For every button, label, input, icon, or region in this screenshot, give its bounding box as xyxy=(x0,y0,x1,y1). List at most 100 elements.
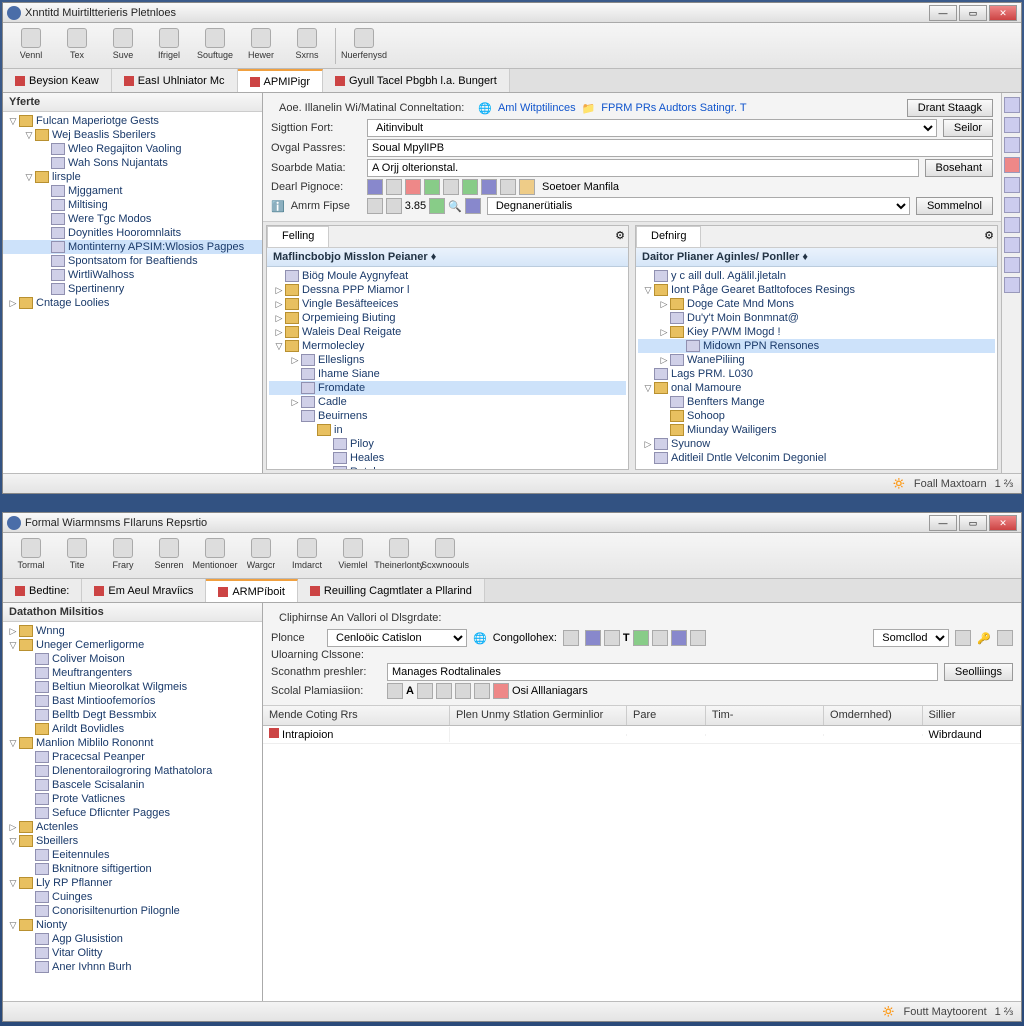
table-body[interactable]: IntrapioionWibrdaund xyxy=(263,726,1021,1001)
tree-node[interactable]: Ratole xyxy=(269,465,626,469)
column-header[interactable]: Omdernhed) xyxy=(824,706,922,725)
font-tool-icon[interactable]: A xyxy=(406,685,414,697)
tool-icon[interactable] xyxy=(481,179,497,195)
tool-icon[interactable] xyxy=(652,630,668,646)
passes-input[interactable] xyxy=(367,139,993,157)
tree-toggle-icon[interactable]: ▷ xyxy=(273,285,285,296)
tree-toggle-icon[interactable]: ▷ xyxy=(658,299,670,310)
document-tab[interactable]: Beysion Keaw xyxy=(3,69,112,92)
tree-toggle-icon[interactable]: ▷ xyxy=(642,439,654,450)
tree-node[interactable]: y c aill dull. Agälil.jletaln xyxy=(638,269,995,283)
tree-toggle-icon[interactable]: ▷ xyxy=(658,355,670,366)
column-header[interactable]: Plen Unmy Stlation Germinlior xyxy=(450,706,627,725)
tree-toggle-icon[interactable]: ▷ xyxy=(289,355,301,366)
tool-icon[interactable] xyxy=(424,179,440,195)
sidebar-tool-icon[interactable] xyxy=(1004,237,1020,253)
gear-icon[interactable]: ⚙ xyxy=(612,226,628,247)
tree-node[interactable]: Were Tgc Modos xyxy=(3,212,262,226)
sidebar-tool-icon[interactable] xyxy=(1004,117,1020,133)
titlebar[interactable]: Xnntitd Muirtiltterieris Pletnloes — ▭ ✕ xyxy=(3,3,1021,23)
document-tab[interactable]: ARMPíboit xyxy=(206,579,298,602)
toolbar-button[interactable]: Theinerlonty xyxy=(377,536,421,576)
tree-node[interactable]: ▽Fulcan Maperiotge Gests xyxy=(3,114,262,128)
tool-icon[interactable] xyxy=(386,198,402,214)
tree-toggle-icon[interactable]: ▽ xyxy=(7,116,19,127)
tree-node[interactable]: Wleo Regajiton Vaoling xyxy=(3,142,262,156)
tool-icon[interactable] xyxy=(465,198,481,214)
toolbar-button[interactable]: Suve xyxy=(101,26,145,66)
tool-icon[interactable] xyxy=(493,683,509,699)
tree-toggle-icon[interactable]: ▽ xyxy=(642,383,654,394)
tree-node[interactable]: Doynitles Hooromnlaits xyxy=(3,226,262,240)
tree-node[interactable]: Belltb Degt Bessmbix xyxy=(3,708,262,722)
tree-node[interactable]: Sohoop xyxy=(638,409,995,423)
tree-toggle-icon[interactable]: ▷ xyxy=(658,327,670,338)
tree-node[interactable]: Aner Ivhnn Burh xyxy=(3,960,262,974)
sidebar-tool-icon[interactable] xyxy=(1004,277,1020,293)
action-button-3[interactable]: Bosehant xyxy=(925,159,993,177)
tree-node[interactable]: ▽Iont Påge Gearet Batltofoces Resings xyxy=(638,283,995,297)
toolbar-button[interactable]: Sxrns xyxy=(285,26,329,66)
tree-node[interactable]: ▷Cadle xyxy=(269,395,626,409)
tree-toggle-icon[interactable]: ▷ xyxy=(7,822,19,833)
tree-toggle-icon[interactable]: ▷ xyxy=(273,327,285,338)
sidebar-tool-icon[interactable] xyxy=(1004,217,1020,233)
tree-node[interactable]: Piloy xyxy=(269,437,626,451)
tool-icon[interactable] xyxy=(405,179,421,195)
toolbar-button[interactable]: Frary xyxy=(101,536,145,576)
tree-node[interactable]: Bknitnore siftigertion xyxy=(3,862,262,876)
column-header[interactable]: Sillier xyxy=(923,706,1021,725)
tree-node[interactable]: Bast Mintioofemoríos xyxy=(3,694,262,708)
tool-icon[interactable] xyxy=(436,683,452,699)
tool-icon[interactable] xyxy=(386,179,402,195)
tree-node[interactable]: ▽lirsple xyxy=(3,170,262,184)
breadcrumb-link-1[interactable]: Aml Witptilinces xyxy=(498,102,576,114)
toolbar-button[interactable]: Ifrigel xyxy=(147,26,191,66)
toolbar-button[interactable]: Tex xyxy=(55,26,99,66)
tree-node[interactable]: Eeitennules xyxy=(3,848,262,862)
tool-icon[interactable] xyxy=(462,179,478,195)
tree-node[interactable]: Beltiun Mieorolkat Wilgmeis xyxy=(3,680,262,694)
tool-icon[interactable] xyxy=(500,179,516,195)
sidebar-tool-icon[interactable] xyxy=(1004,97,1020,113)
column-header[interactable]: Pare xyxy=(627,706,706,725)
tree-node[interactable]: ▽onal Mamoure xyxy=(638,381,995,395)
tool-icon[interactable] xyxy=(519,179,535,195)
tree-node[interactable]: Ihame Siane xyxy=(269,367,626,381)
tree-toggle-icon[interactable]: ▽ xyxy=(7,920,19,931)
tool-icon[interactable] xyxy=(604,630,620,646)
close-button[interactable]: ✕ xyxy=(989,5,1017,21)
tree-node[interactable]: Biög Moule Aygnyfeat xyxy=(269,269,626,283)
toolbar-button[interactable]: Tormal xyxy=(9,536,53,576)
maximize-button[interactable]: ▭ xyxy=(959,5,987,21)
tool-icon[interactable] xyxy=(455,683,471,699)
tree-toggle-icon[interactable]: ▽ xyxy=(7,738,19,749)
tree-node[interactable]: Midown PPN Rensones xyxy=(638,339,995,353)
tree-toggle-icon[interactable]: ▽ xyxy=(7,878,19,889)
toolbar-button[interactable]: Souftuge xyxy=(193,26,237,66)
page-select[interactable]: Degnanerütialis xyxy=(487,197,910,215)
tree-node[interactable]: Benfters Mange xyxy=(638,395,995,409)
sidebar-tool-icon[interactable] xyxy=(1004,157,1020,173)
tree-toggle-icon[interactable]: ▽ xyxy=(23,130,35,141)
sidebar-tool-icon[interactable] xyxy=(1004,197,1020,213)
tree-node[interactable]: Coliver Moison xyxy=(3,652,262,666)
tree-node[interactable]: Aditleil Dntle Velconim Degoniel xyxy=(638,451,995,465)
tree-node[interactable]: in xyxy=(269,423,626,437)
toolbar-button[interactable]: Scxwnoouls xyxy=(423,536,467,576)
settings-button[interactable]: Seolliings xyxy=(944,663,1013,681)
tree-node[interactable]: Prote Vatlicnes xyxy=(3,792,262,806)
tree-node[interactable]: ▽Lly RP Pflanner xyxy=(3,876,262,890)
tree-node[interactable]: Meuftrangenters xyxy=(3,666,262,680)
navigator-tree[interactable]: ▽Fulcan Maperiotge Gests▽Wej Beaslis Sbe… xyxy=(3,112,262,312)
tree-node[interactable]: ▷Dessna PPP Miamor l xyxy=(269,283,626,297)
tool-icon[interactable] xyxy=(443,179,459,195)
tree-node[interactable]: Spontsatom for Beaftiends xyxy=(3,254,262,268)
tree-node[interactable]: ▽Nionty xyxy=(3,918,262,932)
tree-node[interactable]: ▷Wnng xyxy=(3,624,262,638)
text-icon[interactable]: T xyxy=(623,632,630,644)
tree-toggle-icon[interactable]: ▽ xyxy=(273,341,285,352)
document-tab[interactable]: Bedtine: xyxy=(3,579,82,602)
tree-node[interactable]: ▽Wej Beaslis Sberilers xyxy=(3,128,262,142)
column-header[interactable]: Tim- xyxy=(706,706,824,725)
